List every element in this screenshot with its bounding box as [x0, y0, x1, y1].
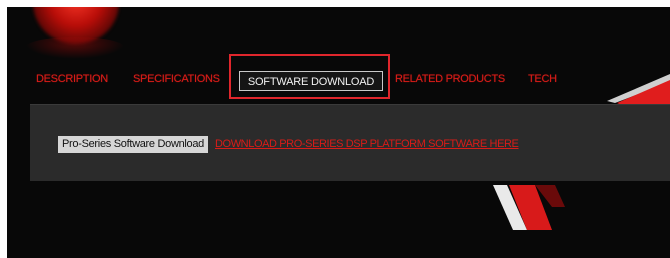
tab-software-download[interactable]: SOFTWARE DOWNLOAD [239, 71, 383, 91]
logo-glow [25, 37, 125, 59]
tab-description[interactable]: DESCRIPTION [36, 73, 108, 85]
tab-specifications[interactable]: SPECIFICATIONS [133, 73, 220, 85]
tab-related-products[interactable]: RELATED PRODUCTS [395, 73, 505, 85]
tab-tech[interactable]: TECH [528, 73, 557, 85]
tab-bar: DESCRIPTION SPECIFICATIONS SOFTWARE DOWN… [7, 71, 670, 93]
product-page: DESCRIPTION SPECIFICATIONS SOFTWARE DOWN… [7, 7, 670, 258]
download-link[interactable]: DOWNLOAD PRO-SERIES DSP PLATFORM SOFTWAR… [215, 138, 519, 150]
download-label: Pro-Series Software Download [58, 136, 209, 153]
